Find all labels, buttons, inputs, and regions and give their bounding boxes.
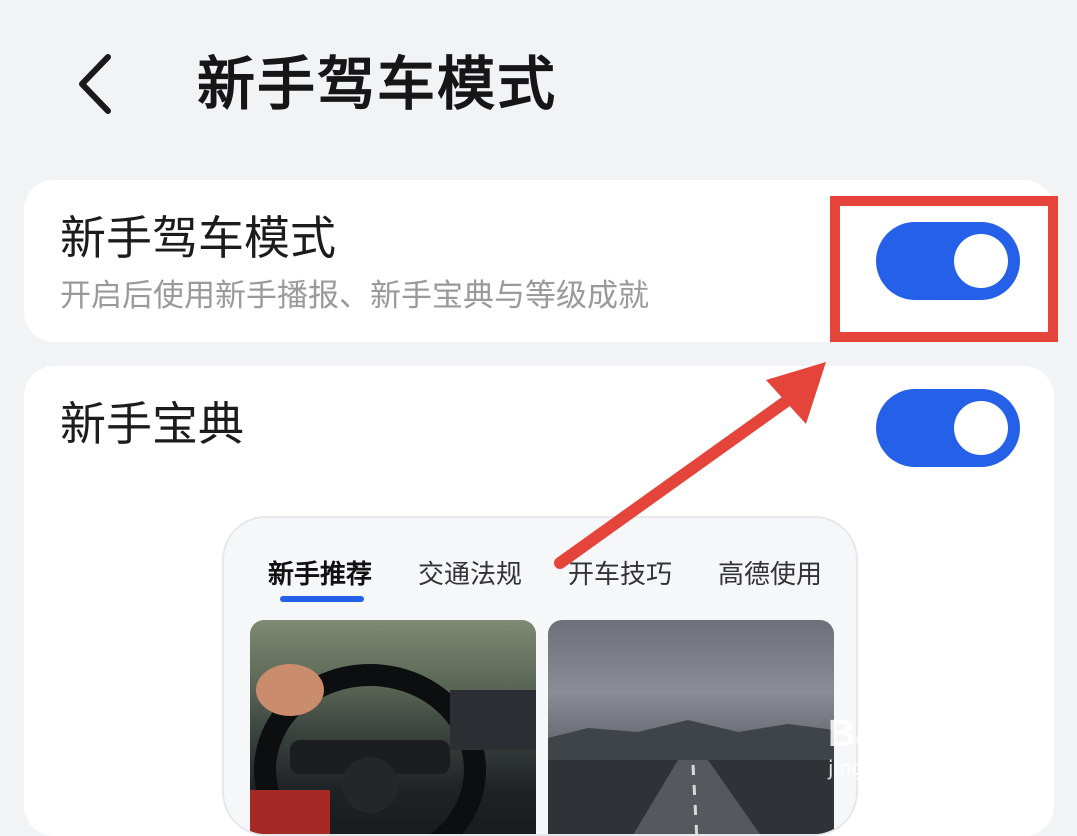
tab-traffic-rules[interactable]: 交通法规: [418, 558, 522, 592]
road-image: [548, 720, 834, 834]
active-tab-indicator: [280, 596, 364, 602]
novice-mode-title: 新手驾车模式: [60, 211, 336, 265]
handbook-title: 新手宝典: [60, 397, 244, 451]
handbook-preview: 新手推荐 交通法规 开车技巧 高德使用: [222, 516, 858, 836]
tab-amap-usage[interactable]: 高德使用: [718, 558, 822, 592]
steering-wheel-image: [250, 664, 536, 834]
annotation-highlight-box: [830, 196, 1058, 342]
toggle-knob: [954, 401, 1008, 455]
novice-mode-subtitle: 开启后使用新手播报、新手宝典与等级成就: [60, 278, 649, 314]
chevron-left-icon: [79, 54, 111, 114]
watermark-url: jingyan.baidu.com: [828, 756, 1013, 780]
watermark: Baidu经验 jingyan.baidu.com: [828, 712, 1013, 780]
handbook-toggle[interactable]: [876, 389, 1020, 467]
tab-novice-recommend[interactable]: 新手推荐: [268, 558, 372, 592]
tab-driving-tips[interactable]: 开车技巧: [568, 558, 672, 592]
article-thumbnail-dashboard[interactable]: [250, 620, 536, 834]
article-thumbnail-road[interactable]: [548, 620, 834, 834]
back-button[interactable]: [62, 48, 126, 120]
page-title: 新手驾车模式: [197, 50, 558, 118]
watermark-logo: Baidu经验: [828, 713, 1010, 755]
